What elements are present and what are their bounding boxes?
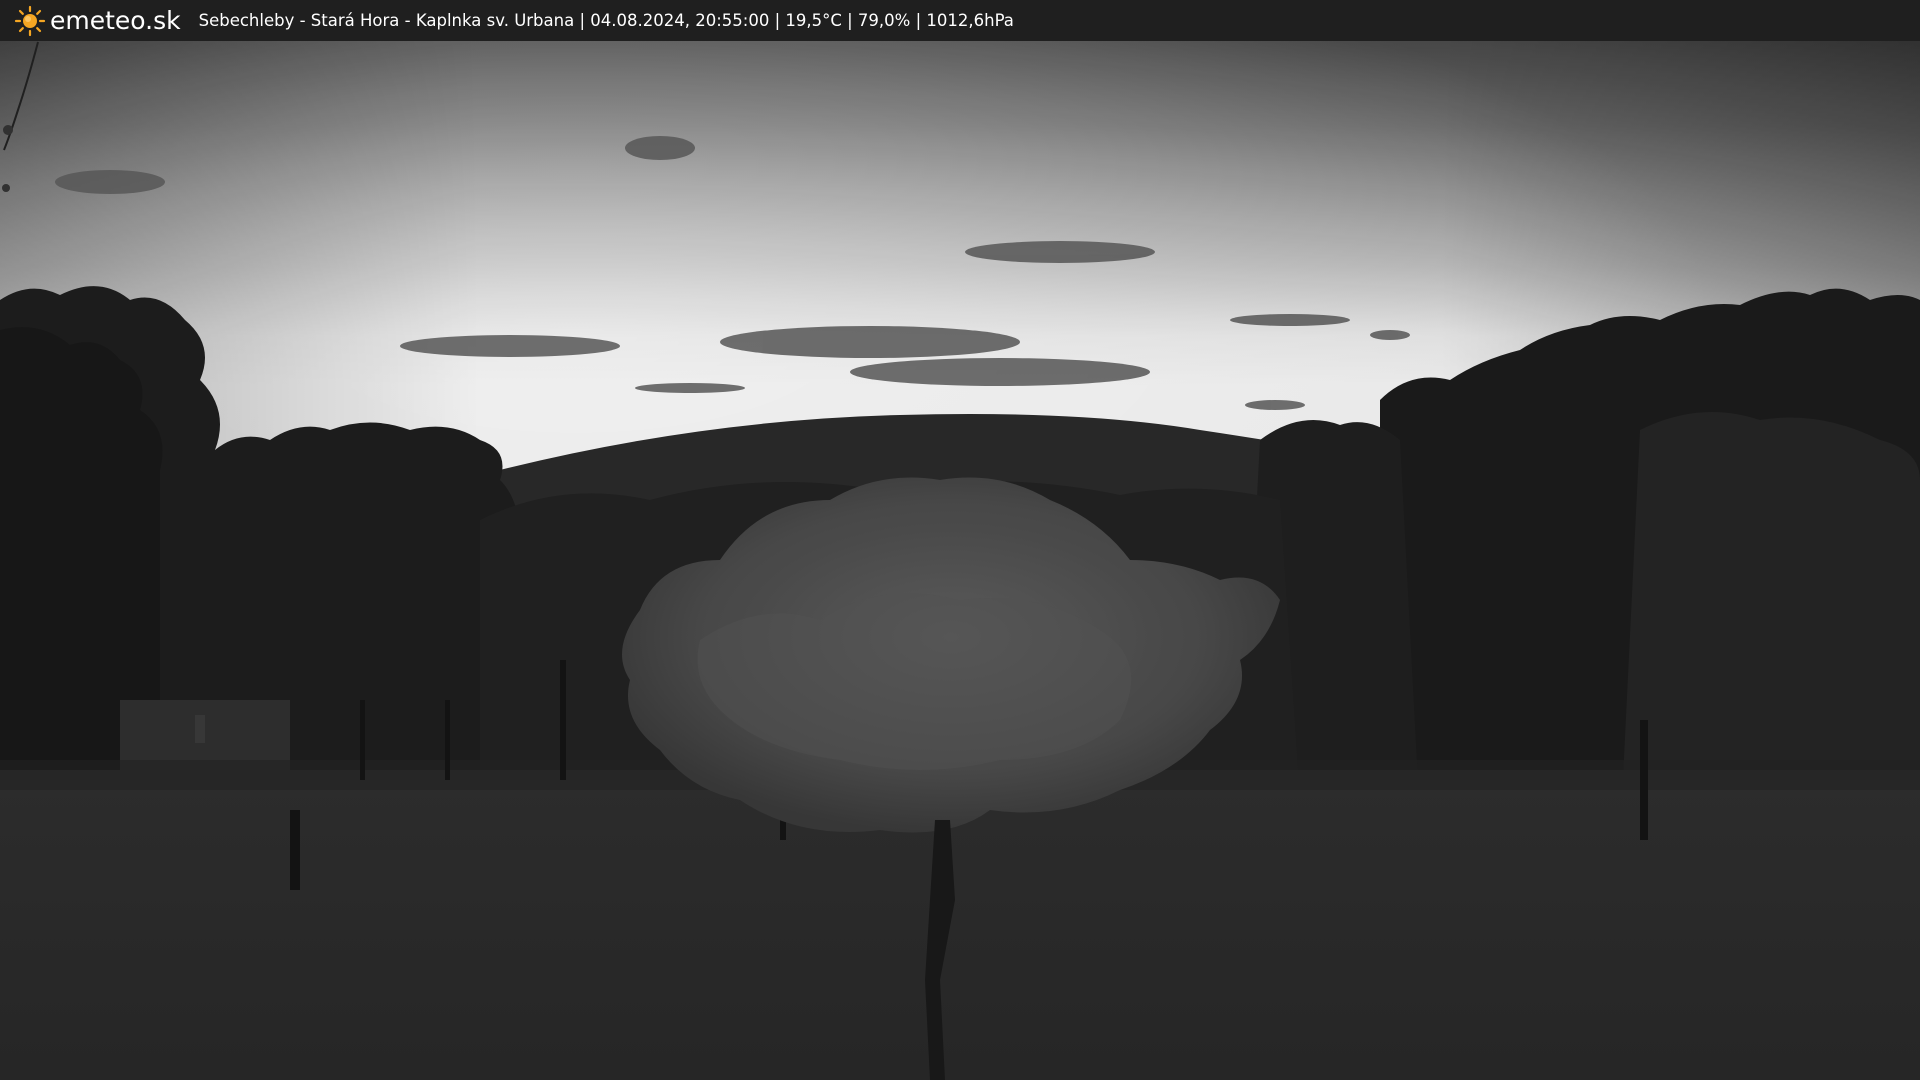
webcam-info-bar: emeteo.sk Sebechleby - Stará Hora - Kapl…	[0, 0, 1920, 41]
webcam-image	[0, 0, 1920, 1080]
brand-name: emeteo.sk	[50, 6, 181, 35]
sun-icon	[14, 5, 46, 36]
webcam-caption: Sebechleby - Stará Hora - Kaplnka sv. Ur…	[198, 11, 1014, 30]
webcam-view	[0, 0, 1920, 1080]
emeteo-logo[interactable]: emeteo.sk	[14, 0, 181, 41]
